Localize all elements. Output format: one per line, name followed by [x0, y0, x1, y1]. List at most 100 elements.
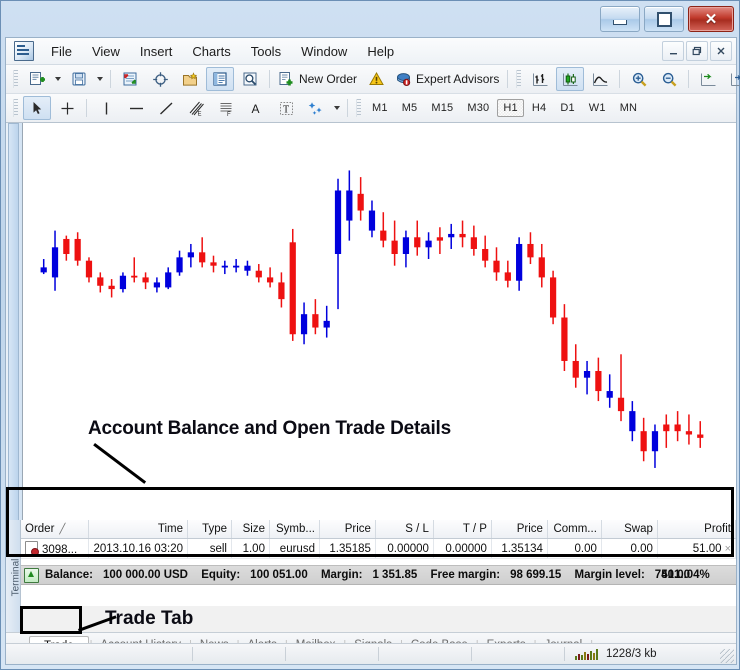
balance-arrow-icon	[24, 567, 39, 583]
minimize-button[interactable]	[600, 6, 640, 32]
timeframe-m30[interactable]: M30	[461, 99, 495, 117]
timeframe-grip[interactable]	[356, 99, 361, 117]
balance-value: 100 000.00 USD	[102, 569, 188, 581]
menu-item-window[interactable]: Window	[291, 41, 357, 62]
column-header-time[interactable]: Time	[88, 520, 189, 539]
vertical-line-button[interactable]	[92, 96, 120, 120]
expert-advisors-button[interactable]: Expert Advisors	[392, 67, 502, 91]
account-summary-row: Balance: 100 000.00 USD Equity: 100 051.00…	[21, 565, 736, 585]
account-summary-text: Balance: 100 000.00 USD Equity: 100 051.00…	[45, 569, 720, 581]
margin-value: 1 351.85	[372, 569, 418, 581]
menu-item-tools[interactable]: Tools	[241, 41, 291, 62]
menu-item-insert[interactable]: Insert	[130, 41, 183, 62]
cell-size: 1.00	[231, 538, 270, 559]
equity-label: Equity:	[201, 569, 241, 581]
column-header-size[interactable]: Size	[231, 520, 270, 539]
terminal-button[interactable]	[206, 67, 234, 91]
cell-price1: 1.35185	[319, 538, 376, 559]
terminal-panel: ✕ Order╱TimeTypeSizeSymb...PriceS / LT /…	[6, 520, 737, 606]
profiles-dropdown-icon[interactable]	[97, 77, 103, 81]
mdi-minimize-button[interactable]	[662, 41, 684, 61]
timeframe-h4[interactable]: H4	[526, 99, 552, 117]
timeframe-m15[interactable]: M15	[425, 99, 459, 117]
menu-item-file[interactable]: File	[41, 41, 82, 62]
fibonacci-button[interactable]: F	[212, 96, 240, 120]
equidistant-channel-button[interactable]: E	[182, 96, 210, 120]
text-a-button[interactable]: A	[242, 96, 270, 120]
chart-shift-button[interactable]	[724, 67, 740, 91]
new-order-button[interactable]: New Order	[275, 67, 360, 91]
sell-order-icon	[25, 541, 39, 556]
chart-vertical-scrollbar[interactable]	[6, 123, 23, 521]
trendline-button[interactable]	[152, 96, 180, 120]
mdi-close-button[interactable]	[710, 41, 732, 61]
crosshair-plus-button[interactable]	[53, 96, 81, 120]
new-chart-button[interactable]	[23, 67, 51, 91]
shapes-button[interactable]	[302, 96, 330, 120]
margin-label: Margin:	[320, 569, 363, 581]
navigator-button[interactable]	[176, 67, 204, 91]
menu-item-help[interactable]: Help	[357, 41, 404, 62]
line-chart-button[interactable]	[586, 67, 614, 91]
toolbar-grip-2[interactable]	[516, 70, 522, 88]
profiles-button[interactable]	[65, 67, 93, 91]
menu-bar: File View Insert Charts Tools Window Hel…	[6, 38, 736, 65]
resize-grip-icon[interactable]	[720, 649, 734, 663]
status-cell-4	[379, 647, 472, 661]
tools-toolbar-grip[interactable]	[13, 99, 18, 117]
menu-item-charts[interactable]: Charts	[182, 41, 240, 62]
column-header-profit[interactable]: Profit	[657, 520, 737, 539]
close-button[interactable]: ✕	[688, 6, 734, 32]
auto-scroll-button[interactable]	[694, 67, 722, 91]
strategy-tester-button[interactable]	[236, 67, 264, 91]
timeframe-h1[interactable]: H1	[497, 99, 524, 117]
column-header-price1[interactable]: Price	[319, 520, 376, 539]
candlestick-button[interactable]	[556, 67, 585, 91]
toolbar-separator	[507, 70, 509, 88]
close-position-icon[interactable]: ×	[722, 543, 731, 555]
table-header-row[interactable]: Order ╱ Time Type Size Symb... Price S / LT / P…	[21, 520, 737, 539]
cell-profit: 51.00 ×	[657, 538, 737, 559]
scrollbar-thumb[interactable]	[8, 123, 19, 521]
column-header-type[interactable]: Type	[187, 520, 232, 539]
market-watch-button[interactable]	[116, 67, 144, 91]
zoom-in-button[interactable]	[625, 67, 653, 91]
candlestick-series	[40, 170, 704, 468]
balance-label: Balance:	[45, 569, 93, 581]
free-margin-label: Free margin:	[430, 569, 501, 581]
menu-item-view[interactable]: View	[82, 41, 130, 62]
trade-table[interactable]: Order ╱ Time Type Size Symb... Price S / LT / P…	[21, 520, 737, 559]
text-label-button[interactable]: T	[272, 96, 300, 120]
tools-separator-2	[347, 99, 348, 117]
column-header-comm[interactable]: Comm...	[547, 520, 602, 539]
bar-chart-button[interactable]	[526, 67, 554, 91]
alert-warning-button[interactable]	[362, 67, 390, 91]
new-chart-dropdown-icon[interactable]	[55, 77, 61, 81]
column-header-tp[interactable]: T / P	[433, 520, 492, 539]
chart-canvas[interactable]	[24, 123, 736, 521]
annotation-chart-note: Account Balance and Open Trade Details	[88, 418, 452, 439]
terminal-dock-label: Terminal	[10, 558, 22, 597]
column-header-sl[interactable]: S / L	[375, 520, 434, 539]
mdi-window-controls	[662, 41, 732, 61]
column-header-swap[interactable]: Swap	[601, 520, 658, 539]
zoom-out-button[interactable]	[655, 67, 683, 91]
timeframe-m5[interactable]: M5	[396, 99, 424, 117]
timeframe-mn[interactable]: MN	[614, 99, 644, 117]
svg-text:F: F	[227, 112, 231, 117]
timeframe-m1[interactable]: M1	[366, 99, 394, 117]
toolbar-grip[interactable]	[13, 70, 18, 88]
arrow-cursor-button[interactable]	[23, 96, 51, 120]
column-header-symbol[interactable]: Symb...	[269, 520, 320, 539]
table-row[interactable]: 3098... 2013.10.16 03:20 sell 1.00 eurusd 1.3…	[21, 538, 737, 559]
mdi-restore-button[interactable]	[686, 41, 708, 61]
column-header-order[interactable]: Order ╱	[21, 520, 90, 539]
column-header-price2[interactable]: Price	[491, 520, 548, 539]
crosshair-button[interactable]	[146, 67, 174, 91]
traffic-indicator: 1228/3 kb	[606, 648, 657, 660]
timeframe-w1[interactable]: W1	[583, 99, 612, 117]
maximize-button[interactable]	[644, 6, 684, 32]
horizontal-line-button[interactable]	[122, 96, 150, 120]
timeframe-d1[interactable]: D1	[554, 99, 580, 117]
shapes-dropdown-icon[interactable]	[334, 106, 340, 110]
